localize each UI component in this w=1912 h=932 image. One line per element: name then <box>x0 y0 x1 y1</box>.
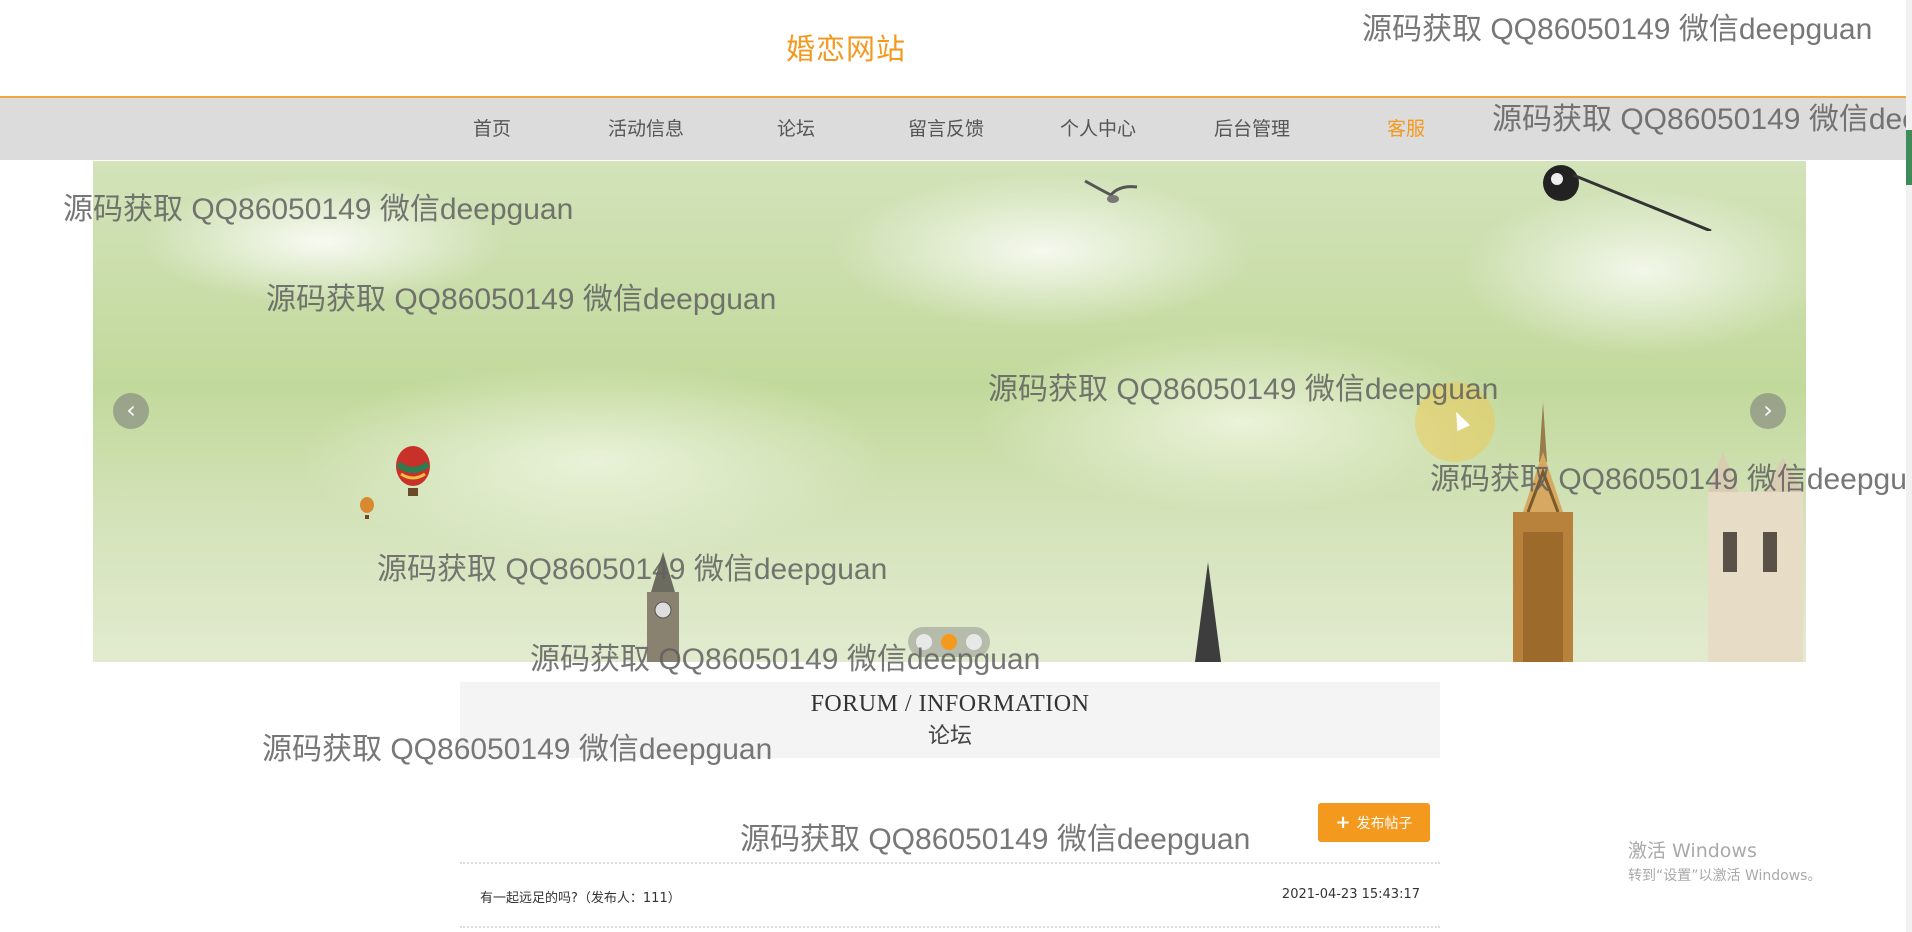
nav-item-activities[interactable]: 活动信息 <box>596 98 696 160</box>
nav-item-feedback[interactable]: 留言反馈 <box>896 98 996 160</box>
eiffel-tower-image <box>1195 562 1221 662</box>
chevron-left-icon: ‹ <box>126 396 136 424</box>
new-post-label: 发布帖子 <box>1356 816 1413 832</box>
scrollbar-thumb[interactable] <box>1906 130 1912 185</box>
watermark-text: 源码获取 QQ86050149 微信deepguan <box>377 553 888 586</box>
nav-item-forum[interactable]: 论坛 <box>756 98 836 160</box>
divider <box>460 862 1440 864</box>
chevron-right-icon: › <box>1763 396 1773 424</box>
new-post-button[interactable]: + 发布帖子 <box>1318 803 1430 842</box>
watermark-text: 源码获取 QQ86050149 微信deepguan <box>988 373 1499 406</box>
watermark-text: 源码获取 QQ86050149 微信deepguan <box>530 643 1041 676</box>
banner-carousel[interactable]: ‹ › <box>93 161 1806 662</box>
nav-item-admin[interactable]: 后台管理 <box>1202 98 1302 160</box>
windows-activation-subtitle: 转到“设置”以激活 Windows。 <box>1628 868 1822 884</box>
watermark-text: 源码获取 QQ86050149 微信deepguan <box>740 823 1251 856</box>
hot-air-balloon-image <box>396 446 430 496</box>
section-title-en: FORUM / INFORMATION <box>810 691 1090 717</box>
watermark-text: 源码获取 QQ86050149 微信deepguan <box>262 733 773 766</box>
forum-post-row[interactable]: 有一起远足的吗?（发布人：111） 2021-04-23 15:43:17 <box>460 876 1440 916</box>
seagull-image <box>1084 179 1138 203</box>
post-title[interactable]: 有一起远足的吗?（发布人：111） <box>480 887 681 906</box>
page-scrollbar[interactable] <box>1906 0 1912 932</box>
watermark-text: 源码获取 QQ86050149 微信deepguan <box>1430 463 1912 496</box>
post-time: 2021-04-23 15:43:17 <box>1281 887 1420 902</box>
watermark-text: 源码获取 QQ86050149 微信deepguan <box>266 283 777 316</box>
windows-activation-notice: 激活 Windows 转到“设置”以激活 Windows。 <box>1628 836 1821 885</box>
divider <box>460 926 1440 928</box>
watermark-text: 源码获取 QQ86050149 微信deepguan <box>1492 103 1912 136</box>
carousel-prev-button[interactable]: ‹ <box>113 393 149 429</box>
watermark-text: 源码获取 QQ86050149 微信deepguan <box>63 193 574 226</box>
nav-item-home[interactable]: 首页 <box>452 98 532 160</box>
nav-item-profile[interactable]: 个人中心 <box>1048 98 1148 160</box>
skyscraper-image <box>1513 402 1573 662</box>
carousel-next-button[interactable]: › <box>1750 393 1786 429</box>
telescope-image <box>1543 165 1712 231</box>
small-balloon-image <box>360 497 374 519</box>
watermark-text: 源码获取 QQ86050149 微信deepguan <box>1362 13 1873 46</box>
windows-activation-title: 激活 Windows <box>1628 840 1757 862</box>
plus-icon: + <box>1335 812 1351 833</box>
nav-item-customer-service[interactable]: 客服 <box>1366 98 1446 160</box>
